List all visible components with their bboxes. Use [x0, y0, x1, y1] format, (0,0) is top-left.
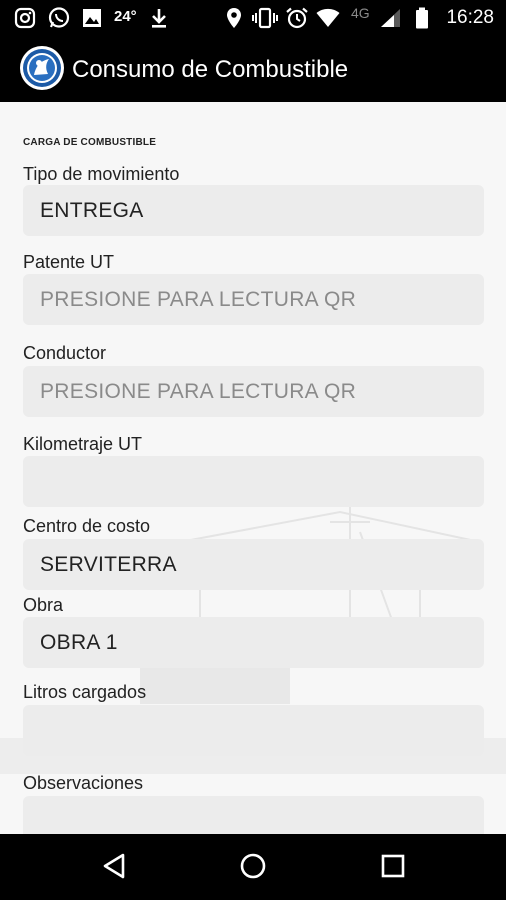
movement-type-label: Tipo de movimiento: [23, 164, 180, 184]
clock-time: 16:28: [446, 7, 494, 28]
mileage-label: Kilometraje UT: [23, 434, 143, 454]
driver-label: Conductor: [23, 343, 107, 363]
plate-label: Patente UT: [23, 252, 115, 272]
app-title: Consumo de Combustible: [72, 56, 349, 83]
whatsapp-icon: [47, 7, 71, 29]
recents-button[interactable]: [373, 848, 413, 888]
form-content[interactable]: CARGA DE COMBUSTIBLE Tipo de movimiento …: [0, 102, 506, 834]
observations-label: Observaciones: [23, 773, 144, 793]
network-type-text: 4G: [351, 5, 370, 21]
work-select[interactable]: OBRA 1: [23, 617, 484, 668]
mileage-input[interactable]: [23, 456, 484, 507]
liters-input[interactable]: [23, 705, 484, 756]
cost-center-select[interactable]: SERVITERRA: [23, 539, 484, 590]
driver-qr-field[interactable]: PRESIONE PARA LECTURA QR: [23, 366, 484, 417]
status-bar: 24° 4G 16:28: [0, 0, 506, 36]
temperature-text: 24°: [114, 8, 137, 25]
vibrate-icon: [252, 7, 278, 29]
home-button[interactable]: [233, 848, 273, 888]
location-icon: [226, 7, 242, 29]
back-button[interactable]: [94, 848, 134, 888]
app-bar: Consumo de Combustible: [0, 36, 506, 102]
liters-label: Litros cargados: [23, 682, 147, 702]
plate-qr-field[interactable]: PRESIONE PARA LECTURA QR: [23, 274, 484, 325]
navigation-bar: [0, 834, 506, 900]
section-title: CARGA DE COMBUSTIBLE: [23, 137, 157, 148]
observations-input[interactable]: [23, 796, 484, 834]
back-icon: [101, 852, 127, 885]
home-icon: [239, 852, 267, 885]
download-icon: [150, 7, 168, 29]
wifi-icon: [316, 7, 340, 29]
recents-icon: [380, 853, 406, 884]
app-logo-icon: [20, 46, 64, 90]
work-label: Obra: [23, 595, 64, 615]
signal-icon: [380, 7, 402, 29]
cost-center-label: Centro de costo: [23, 516, 151, 536]
battery-icon: [415, 7, 429, 29]
gallery-icon: [82, 7, 102, 29]
alarm-icon: [285, 7, 309, 29]
movement-type-select[interactable]: ENTREGA: [23, 185, 484, 236]
instagram-icon: [14, 7, 36, 29]
